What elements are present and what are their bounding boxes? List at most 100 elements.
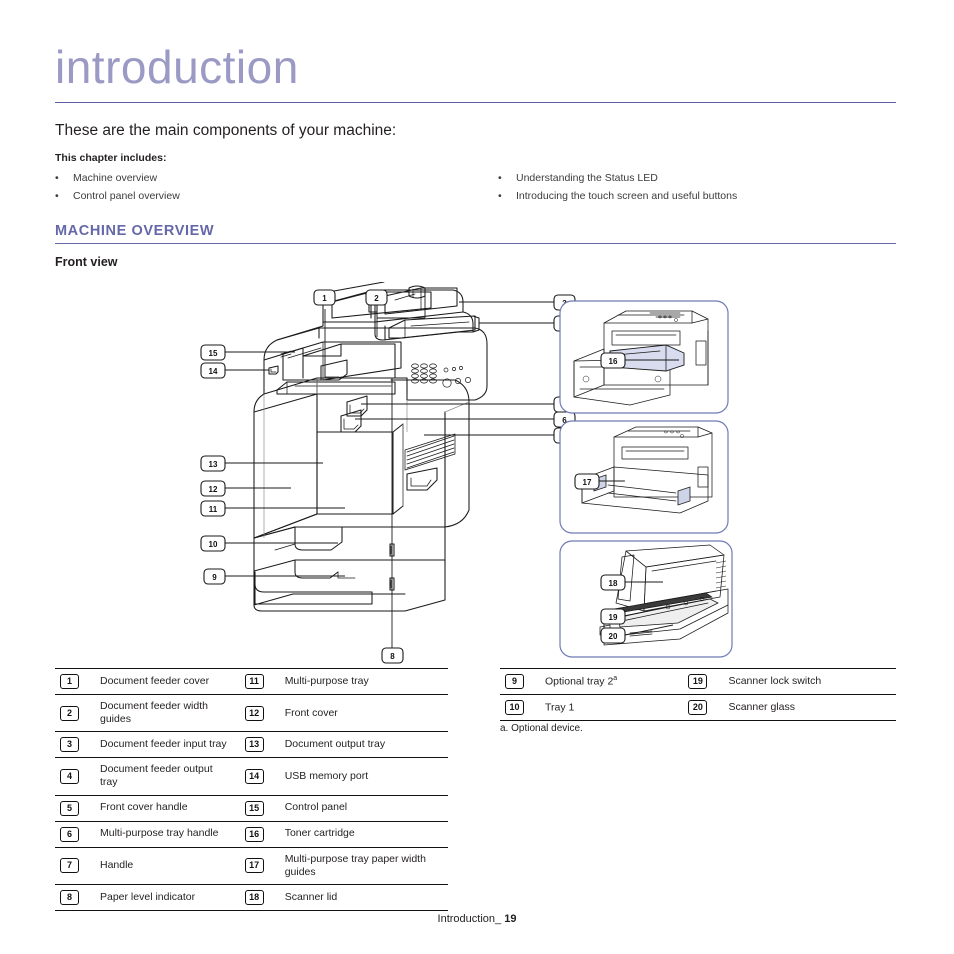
callout-1[interactable]: 1 (313, 289, 336, 306)
chapter-includes-list-left: • Machine overview • Control panel overv… (55, 171, 180, 207)
legend-label-cell: Tray 1 (539, 694, 679, 721)
legend-number-cell: 2 (55, 693, 94, 732)
bullet-icon: • (498, 172, 502, 184)
legend-label-cell: Scanner lid (278, 883, 448, 911)
list-item[interactable]: • Introducing the touch screen and usefu… (498, 189, 737, 203)
legend-number-cell: 17 (234, 846, 279, 885)
callout-12[interactable]: 12 (200, 480, 226, 497)
legend-label-cell: Document output tray (278, 731, 448, 758)
callout-20-label: 20 (609, 632, 618, 641)
callout-9-label: 9 (212, 573, 217, 582)
list-item[interactable]: • Machine overview (55, 171, 180, 185)
legend-number-cell: 15 (234, 794, 279, 821)
table-row: 7 Handle 17 Multi-purpose tray paper wid… (55, 846, 448, 885)
legend-label-text: Optional tray 2 (545, 675, 614, 688)
number-badge: 10 (505, 700, 524, 715)
callout-11[interactable]: 11 (200, 500, 226, 517)
callout-9[interactable]: 9 (203, 568, 226, 585)
callout-8-label: 8 (390, 652, 395, 661)
legend-number-cell: 10 (500, 694, 539, 721)
legend-number-cell: 19 (678, 668, 723, 695)
number-badge: 16 (244, 826, 264, 842)
legend-label-cell: Optional tray 2a (539, 668, 679, 695)
legend-number-cell: 1 (55, 668, 94, 695)
number-badge: 5 (60, 800, 79, 816)
legend-label-cell: Document feeder output tray (94, 757, 235, 795)
footnote-marker: a (613, 674, 618, 682)
callout-10[interactable]: 10 (200, 535, 226, 552)
callout-18[interactable]: 18 (600, 574, 626, 591)
sub-heading: Front view (55, 255, 118, 269)
callout-8[interactable]: 8 (381, 647, 404, 664)
callout-13[interactable]: 13 (200, 455, 226, 472)
number-badge: 3 (60, 737, 79, 753)
legend-number-cell: 5 (55, 794, 94, 821)
bullet-icon: • (55, 172, 59, 184)
list-item-label: Introducing the touch screen and useful … (516, 190, 738, 203)
legend-table-left: 1 Document feeder cover 11 Multi-purpose… (55, 668, 448, 911)
number-badge: 13 (244, 737, 264, 753)
number-badge: 19 (688, 674, 708, 689)
table-row: 5 Front cover handle 15 Control panel (55, 794, 448, 821)
legend-number-cell: 11 (234, 668, 279, 695)
bullet-icon: • (498, 190, 502, 203)
callout-19[interactable]: 19 (600, 608, 626, 625)
list-item-label: Control panel overview (73, 190, 180, 203)
callout-14[interactable]: 14 (200, 362, 226, 379)
bullet-icon: • (55, 190, 59, 203)
number-badge: 6 (60, 826, 79, 842)
legend-label-cell: Front cover (278, 693, 448, 732)
callouts-main: 1 2 3 (200, 289, 576, 664)
callout-16[interactable]: 16 (600, 352, 626, 369)
number-badge: 9 (505, 674, 524, 689)
legend-number-cell: 18 (234, 883, 279, 911)
printer-illustration (253, 282, 488, 612)
intro-paragraph: These are the main components of your ma… (55, 122, 397, 139)
callout-17[interactable]: 17 (574, 473, 600, 490)
number-badge: 4 (60, 768, 79, 784)
number-badge: 2 (60, 705, 79, 721)
callout-16-label: 16 (609, 357, 618, 366)
number-badge: 14 (244, 768, 264, 784)
table-row: 10 Tray 1 20 Scanner glass (500, 694, 896, 721)
callout-19-label: 19 (609, 613, 618, 622)
list-item[interactable]: • Control panel overview (55, 189, 180, 203)
table-row: 2 Document feeder width guides 12 Front … (55, 693, 448, 732)
legend-label-cell: Paper level indicator (94, 883, 235, 911)
list-item-label: Understanding the Status LED (516, 172, 658, 184)
front-view-figure: .ln { fill:none; stroke:#1a1a1a; stroke-… (55, 282, 896, 667)
inset-mp-tray-guides: 17 (559, 420, 729, 534)
manual-page: introduction These are the main componen… (0, 0, 954, 954)
callout-17-label: 17 (583, 478, 592, 487)
legend-number-cell: 6 (55, 820, 94, 847)
list-item-label: Machine overview (73, 172, 158, 184)
page-title: introduction (55, 41, 299, 93)
number-badge: 15 (244, 800, 264, 816)
callout-2[interactable]: 2 (365, 289, 388, 306)
table-row: 1 Document feeder cover 11 Multi-purpose… (55, 668, 448, 695)
footer-label: Introduction_ (437, 913, 502, 925)
inset-toner-cartridge: 16 (559, 300, 729, 414)
number-badge: 17 (244, 858, 264, 874)
page-number: 19 (504, 913, 517, 925)
legend-label-cell: Scanner glass (722, 694, 896, 721)
list-item[interactable]: • Understanding the Status LED (498, 171, 737, 185)
footnote: a. Optional device. (500, 723, 583, 734)
number-badge: 8 (60, 889, 79, 905)
legend-number-cell: 16 (234, 820, 279, 847)
callout-20[interactable]: 20 (600, 627, 626, 644)
callout-15-label: 15 (209, 349, 218, 358)
callout-15[interactable]: 15 (200, 344, 226, 361)
number-badge: 11 (244, 674, 264, 689)
number-badge: 1 (60, 674, 79, 689)
callout-13-label: 13 (209, 460, 218, 469)
legend-label-cell: Document feeder input tray (94, 731, 235, 758)
chapter-includes-label: This chapter includes: (55, 152, 167, 164)
number-badge: 20 (688, 700, 708, 715)
legend-number-cell: 7 (55, 846, 94, 885)
callout-1-label: 1 (322, 294, 327, 303)
callout-10-label: 10 (209, 540, 218, 549)
legend-table-right: 9 Optional tray 2a 19 Scanner lock switc… (500, 668, 896, 721)
inset-scanner: 18 19 20 (559, 540, 733, 658)
table-row: 4 Document feeder output tray 14 USB mem… (55, 757, 448, 795)
